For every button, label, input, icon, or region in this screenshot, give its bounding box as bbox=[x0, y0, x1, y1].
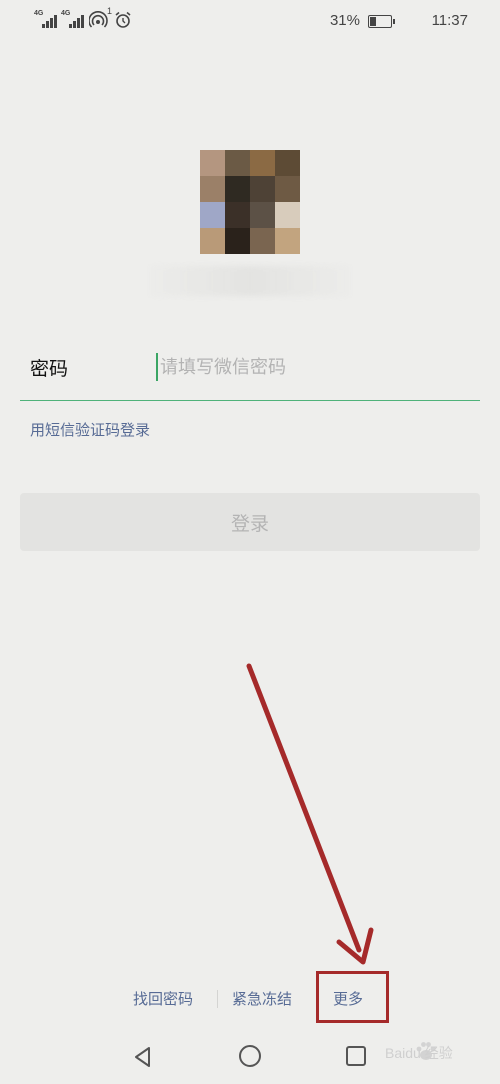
signal-type-label: 4G bbox=[61, 10, 71, 17]
masked-account-number bbox=[150, 266, 350, 296]
watermark: Baidu 经验 bbox=[383, 1037, 493, 1067]
password-input[interactable] bbox=[154, 352, 470, 382]
password-row: 密码 bbox=[20, 340, 480, 401]
avatar bbox=[200, 150, 300, 254]
hotspot-icon bbox=[89, 11, 108, 28]
signal-icon: 4G bbox=[34, 10, 57, 28]
status-time: 11:37 bbox=[431, 12, 468, 29]
alarm-icon bbox=[115, 11, 131, 28]
battery-level-fill bbox=[370, 17, 376, 26]
login-button[interactable]: 登录 bbox=[20, 493, 480, 551]
home-icon[interactable] bbox=[238, 1044, 262, 1068]
bottom-links: 找回密码 紧急冻结 更多 bbox=[0, 984, 500, 1014]
watermark-text: Baidu 经验 bbox=[385, 1045, 453, 1061]
hotspot-badge: 1 bbox=[107, 6, 113, 16]
sms-login-link[interactable]: 用短信验证码登录 bbox=[30, 419, 150, 440]
battery-percent: 31% bbox=[329, 12, 360, 29]
find-password-link[interactable]: 找回密码 bbox=[133, 988, 193, 1009]
emergency-freeze-link[interactable]: 紧急冻结 bbox=[232, 988, 292, 1009]
back-icon[interactable] bbox=[130, 1044, 156, 1070]
signal-icon: 4G bbox=[61, 10, 84, 28]
signal-type-label: 4G bbox=[34, 10, 44, 17]
text-cursor bbox=[156, 353, 158, 381]
annotation-highlight-box bbox=[316, 971, 389, 1023]
link-divider bbox=[217, 990, 218, 1008]
status-bar: 4G 4G 1 31% 11:37 bbox=[0, 0, 500, 40]
recent-apps-icon[interactable] bbox=[345, 1045, 367, 1067]
password-label: 密码 bbox=[30, 358, 69, 380]
battery-icon bbox=[368, 15, 395, 28]
